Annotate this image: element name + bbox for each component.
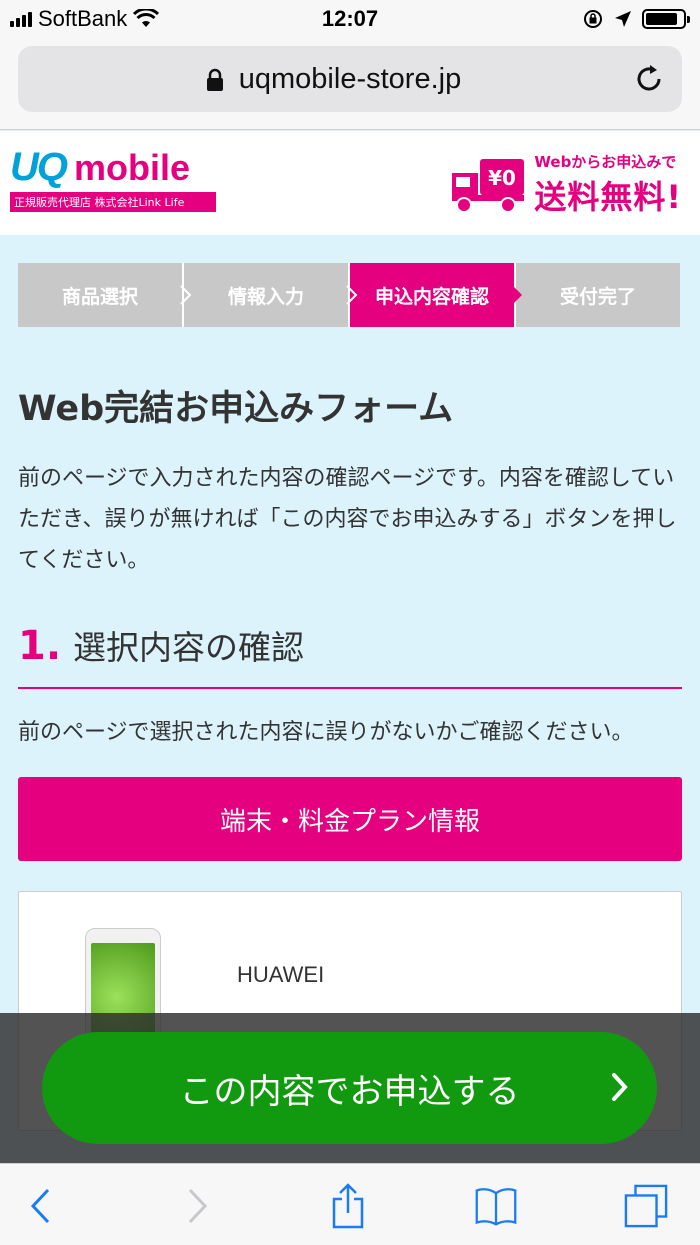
promo-headline: 送料無料! bbox=[534, 178, 682, 216]
logo-mobile-text: mobile bbox=[74, 147, 191, 188]
status-bar: SoftBank 12:07 bbox=[0, 0, 700, 40]
orientation-lock-icon bbox=[584, 10, 602, 28]
bookmarks-button[interactable] bbox=[474, 1184, 518, 1228]
promo-subtext: Webからお申込みで bbox=[534, 153, 677, 171]
intro-text: 前のページで入力された内容の確認ページです。内容を確認していただき、誤りが無けれ… bbox=[18, 466, 677, 573]
submit-application-button[interactable]: この内容でお申込する bbox=[42, 1032, 657, 1144]
battery-icon bbox=[642, 9, 690, 29]
step-arrow-icon bbox=[346, 285, 358, 305]
tabs-button[interactable] bbox=[624, 1184, 668, 1228]
step-confirm: 申込内容確認 bbox=[350, 263, 522, 327]
back-chevron-icon bbox=[30, 1188, 50, 1224]
section-title: 選択内容の確認 bbox=[73, 628, 305, 667]
book-icon bbox=[475, 1188, 517, 1226]
back-button[interactable] bbox=[18, 1184, 62, 1228]
free-shipping-banner: ¥0 Webからお申込みで 送料無料! bbox=[450, 151, 682, 218]
section-description: 前のページで選択された内容に誤りがないかご確認ください。 bbox=[18, 720, 634, 745]
submit-button-label: この内容でお申込する bbox=[179, 1071, 520, 1112]
progress-steps: 商品選択 情報入力 申込内容確認 受付完了 bbox=[18, 263, 680, 327]
status-indicators bbox=[582, 8, 690, 30]
tabs-icon bbox=[624, 1184, 668, 1228]
step-label: 商品選択 bbox=[61, 285, 138, 308]
forward-button[interactable] bbox=[176, 1184, 220, 1228]
browser-toolbar bbox=[0, 1163, 700, 1245]
uq-mobile-logo[interactable]: UQ mobile 正規販売代理店 株式会社Link Life bbox=[10, 145, 216, 212]
section-number: 1. bbox=[18, 623, 62, 669]
address-bar[interactable]: uqmobile-store.jp bbox=[18, 46, 682, 112]
logo-uq-text: UQ bbox=[10, 145, 68, 189]
step-label: 情報入力 bbox=[227, 285, 304, 308]
page-title: Web完結お申込みフォーム bbox=[18, 389, 454, 429]
plan-info-header: 端末・料金プラン情報 bbox=[18, 777, 682, 861]
section-heading: 1. 選択内容の確認 bbox=[18, 621, 682, 689]
cta-overlay: この内容でお申込する bbox=[0, 1013, 700, 1163]
chevron-right-icon bbox=[612, 1073, 628, 1101]
step-complete: 受付完了 bbox=[516, 263, 680, 327]
step-label: 受付完了 bbox=[559, 285, 636, 308]
url-text: uqmobile-store.jp bbox=[238, 63, 462, 95]
reload-icon[interactable] bbox=[632, 62, 666, 96]
step-label: 申込内容確認 bbox=[374, 285, 489, 308]
forward-chevron-icon bbox=[188, 1188, 208, 1224]
step-info-input: 情報入力 bbox=[184, 263, 358, 327]
share-icon bbox=[332, 1183, 364, 1229]
product-brand: HUAWEI bbox=[237, 962, 325, 987]
truck-price-label: ¥0 bbox=[488, 166, 516, 190]
share-button[interactable] bbox=[326, 1183, 370, 1229]
step-arrow-icon bbox=[513, 286, 522, 304]
step-product-selection: 商品選択 bbox=[18, 263, 192, 327]
truck-icon: ¥0 bbox=[452, 158, 525, 213]
browser-address-area: uqmobile-store.jp bbox=[0, 40, 700, 130]
step-arrow-icon bbox=[180, 285, 192, 305]
location-icon bbox=[615, 11, 631, 27]
site-header: UQ mobile 正規販売代理店 株式会社Link Life ¥0 Webから… bbox=[0, 131, 700, 235]
logo-dealer-label: 正規販売代理店 株式会社Link Life bbox=[10, 192, 216, 212]
